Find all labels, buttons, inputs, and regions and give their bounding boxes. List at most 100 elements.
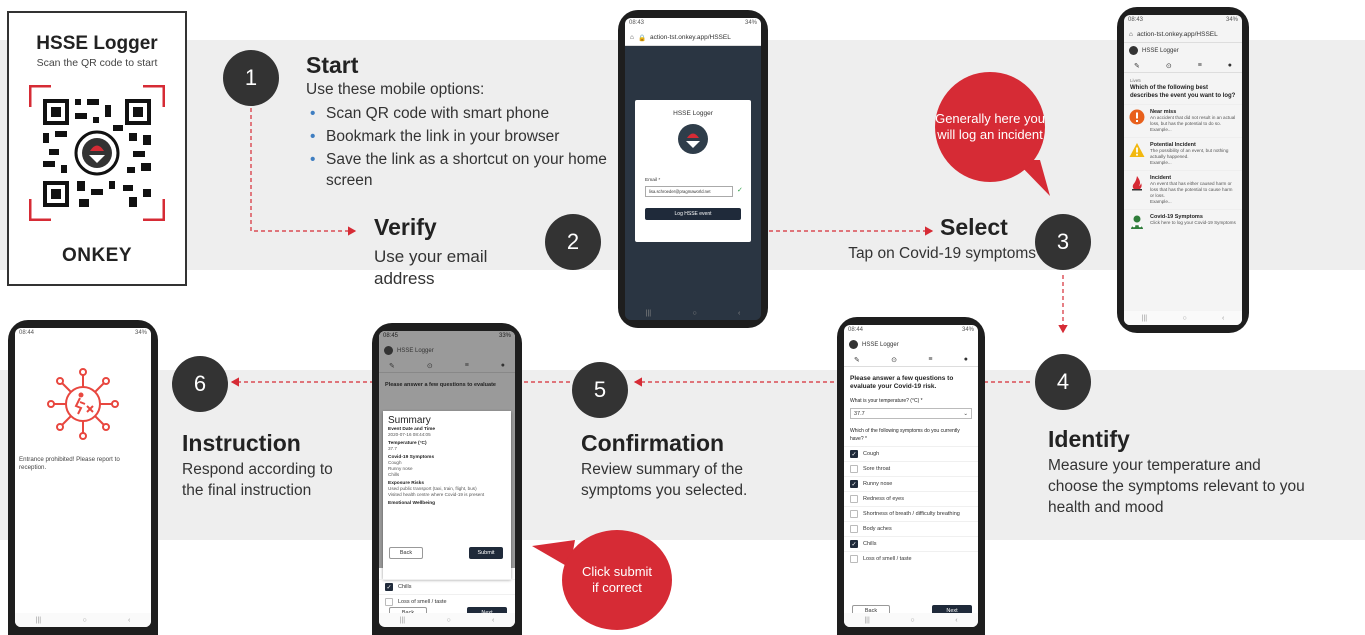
option-incident[interactable]: Incident An event that has either caused … bbox=[1124, 170, 1242, 209]
status-battery: 33% bbox=[498, 333, 511, 339]
recents-icon[interactable]: ||| bbox=[864, 617, 869, 624]
step-1-option: Scan QR code with smart phone bbox=[308, 103, 608, 124]
app-header: HSSE Logger bbox=[1124, 43, 1242, 58]
option-potential-incident[interactable]: Potential Incident The possibility of an … bbox=[1124, 137, 1242, 170]
status-time: 08:45 bbox=[383, 333, 399, 339]
symptom-row[interactable]: Loss of smell / taste bbox=[844, 551, 978, 566]
checkbox-checked-icon[interactable]: ✓ bbox=[385, 583, 393, 591]
step-6-text: Respond according to the final instructi… bbox=[182, 461, 333, 499]
option-desc: The possibility of an event, but nothing… bbox=[1150, 148, 1229, 159]
app-title: HSSE Logger bbox=[862, 341, 899, 348]
select-question: Which of the following best describes th… bbox=[1130, 85, 1236, 99]
checkbox-empty-icon[interactable] bbox=[850, 555, 858, 563]
instruction-message: Entrance prohibited! Please report to re… bbox=[19, 456, 120, 471]
back-nav-icon[interactable]: ‹ bbox=[1222, 315, 1224, 322]
browser-url-bar[interactable]: ⌂ action-tst.onkey.app/HSSEL bbox=[1124, 27, 1242, 43]
step-2-heading: Verify bbox=[374, 214, 437, 240]
checkbox-empty-icon[interactable] bbox=[850, 525, 858, 533]
step-5-text: Review summary of the symptoms you selec… bbox=[581, 461, 748, 499]
checkbox-empty-icon[interactable] bbox=[850, 510, 858, 518]
step-3-text: Tap on Covid-19 symptoms bbox=[848, 245, 1036, 262]
status-battery: 34% bbox=[1225, 17, 1238, 23]
option-near-miss[interactable]: Near miss An accident that did not result… bbox=[1124, 104, 1242, 137]
pin-icon: ⊙ bbox=[891, 357, 898, 364]
back-nav-icon[interactable]: ‹ bbox=[955, 617, 957, 624]
symptom-row[interactable]: ✓ Cough bbox=[844, 446, 978, 461]
sliders-icon: ≡ bbox=[1197, 62, 1202, 69]
option-desc: Click here to log your Covid-19 Symptoms bbox=[1150, 220, 1236, 225]
url-text: action-tst.onkey.app/HSSEL bbox=[650, 34, 731, 41]
qr-card-subtitle: Scan the QR code to start bbox=[36, 57, 158, 69]
home-icon[interactable]: ⌂ bbox=[630, 34, 634, 41]
email-label: Email * bbox=[645, 178, 661, 183]
status-time: 08:44 bbox=[19, 330, 35, 336]
checkbox-checked-icon[interactable]: ✓ bbox=[850, 450, 858, 458]
recents-icon[interactable]: ||| bbox=[400, 617, 405, 624]
step-4-badge: 4 bbox=[1035, 354, 1091, 410]
symptom-label: Runny nose bbox=[863, 481, 893, 487]
pen-icon: ✎ bbox=[854, 357, 860, 364]
pen-icon: ✎ bbox=[1134, 63, 1140, 70]
android-nav-bar: ||| ○ ‹ bbox=[844, 613, 978, 627]
wizard-progress: ✎ ⊙ ≡ ● bbox=[1124, 58, 1242, 73]
option-covid-symptoms[interactable]: Covid-19 Symptoms Click here to log your … bbox=[1124, 209, 1242, 234]
status-time: 08:44 bbox=[848, 327, 864, 333]
app-logo-icon bbox=[1129, 46, 1138, 55]
step-3-heading: Select bbox=[940, 214, 1008, 240]
symptom-row[interactable]: Redness of eyes bbox=[844, 491, 978, 506]
temperature-label: What is your temperature? (°C) * bbox=[850, 398, 923, 404]
symptom-label: Sore throat bbox=[863, 466, 891, 472]
symptom-row[interactable]: ✓ Chills bbox=[379, 579, 515, 594]
submit-button[interactable]: Submit bbox=[469, 547, 503, 559]
checkbox-empty-icon[interactable] bbox=[385, 598, 393, 606]
symptom-row[interactable]: Shortness of breath / difficulty breathi… bbox=[844, 506, 978, 521]
log-hsse-event-button[interactable]: Log HSSE event bbox=[645, 208, 741, 220]
summary-title: Summary bbox=[388, 415, 431, 426]
home-nav-icon[interactable]: ○ bbox=[82, 617, 86, 624]
recents-icon[interactable]: ||| bbox=[1142, 315, 1147, 322]
back-nav-icon[interactable]: ‹ bbox=[492, 617, 494, 624]
submit-note-bubble: Click submit if correct bbox=[562, 530, 672, 630]
back-nav-icon[interactable]: ‹ bbox=[128, 617, 130, 624]
symptoms-label: Which of the following symptoms do you c… bbox=[850, 428, 960, 442]
home-nav-icon[interactable]: ○ bbox=[446, 617, 450, 624]
temperature-select[interactable]: 37.7 ⌄ bbox=[850, 408, 972, 419]
home-nav-icon[interactable]: ○ bbox=[910, 617, 914, 624]
option-example[interactable]: Example... bbox=[1150, 160, 1237, 166]
back-nav-icon[interactable]: ‹ bbox=[738, 310, 740, 317]
recents-icon[interactable]: ||| bbox=[36, 617, 41, 624]
step-5-heading: Confirmation bbox=[581, 430, 725, 456]
option-example[interactable]: Example... bbox=[1150, 199, 1237, 205]
checkbox-empty-icon[interactable] bbox=[850, 495, 858, 503]
sliders-icon: ≡ bbox=[464, 362, 469, 369]
home-nav-icon[interactable]: ○ bbox=[692, 310, 696, 317]
summary-back-button[interactable]: Back bbox=[389, 547, 423, 559]
wizard-progress: ✎ ⊙ ≡ ● bbox=[844, 352, 978, 367]
symptom-row[interactable]: ✓ Chills bbox=[844, 536, 978, 551]
symptom-row[interactable]: ✓ Runny nose bbox=[844, 476, 978, 491]
summary-value: Used public transport (taxi, train, flig… bbox=[388, 486, 485, 497]
step-3-badge: 3 bbox=[1035, 214, 1091, 270]
email-input[interactable]: lisa.schroeder@pragmaworld.net bbox=[645, 186, 733, 197]
app-logo-icon bbox=[384, 346, 393, 355]
covid-person-icon bbox=[1131, 215, 1143, 229]
option-example[interactable]: Example... bbox=[1150, 127, 1237, 133]
checkbox-empty-icon[interactable] bbox=[850, 465, 858, 473]
symptom-label: Chills bbox=[863, 541, 877, 547]
symptom-label: Body aches bbox=[863, 526, 892, 532]
home-nav-icon[interactable]: ○ bbox=[1182, 315, 1186, 322]
summary-value: 2020-07-16 08:44:05 bbox=[388, 432, 431, 437]
symptom-row[interactable]: Body aches bbox=[844, 521, 978, 536]
checkbox-checked-icon[interactable]: ✓ bbox=[850, 480, 858, 488]
qr-card-title: HSSE Logger bbox=[36, 33, 158, 54]
option-desc: An event that has either caused harm or … bbox=[1150, 181, 1233, 198]
checkbox-checked-icon[interactable]: ✓ bbox=[850, 540, 858, 548]
browser-url-bar[interactable]: ⌂ 🔒 action-tst.onkey.app/HSSEL bbox=[625, 30, 761, 46]
covid-intro: Please answer a few questions to evaluat… bbox=[850, 375, 954, 390]
qr-code-icon[interactable] bbox=[29, 85, 165, 221]
recents-icon[interactable]: ||| bbox=[646, 310, 651, 317]
symptom-row[interactable]: Sore throat bbox=[844, 461, 978, 476]
phone-confirm: 08:45 33% HSSE Logger ✎ ⊙ ≡ ● Please answer … bbox=[372, 323, 522, 635]
home-icon[interactable]: ⌂ bbox=[1129, 31, 1133, 38]
symptom-label: Chills bbox=[398, 584, 412, 590]
